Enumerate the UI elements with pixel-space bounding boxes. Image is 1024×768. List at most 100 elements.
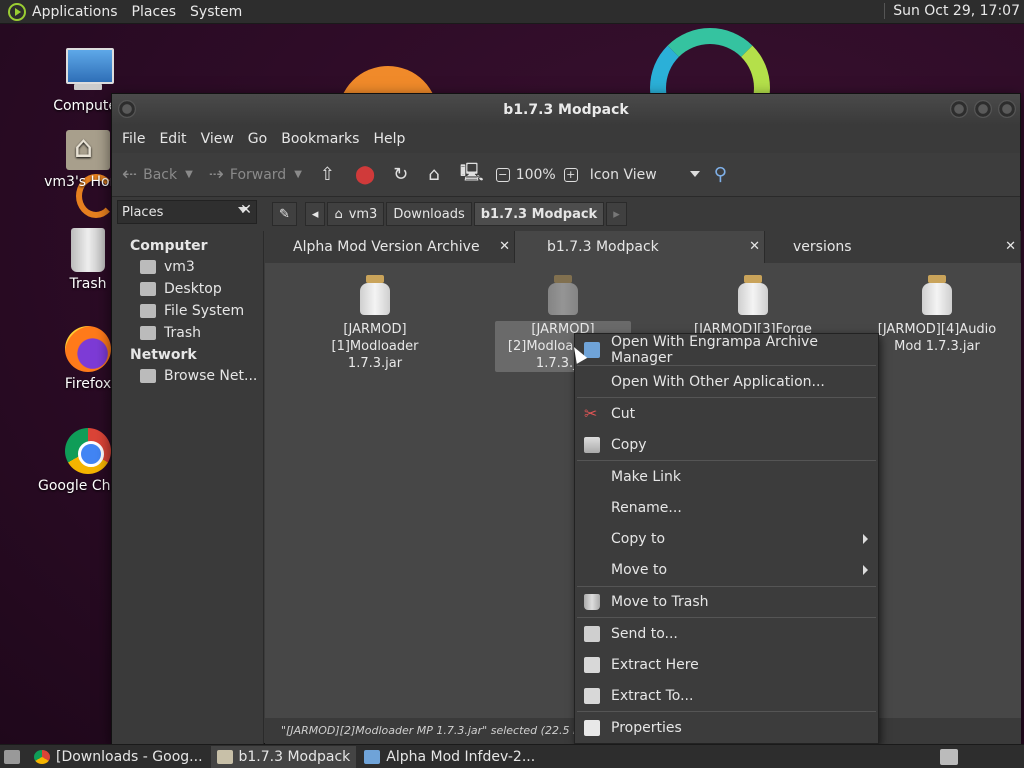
show-desktop-icon[interactable]	[4, 749, 20, 764]
folder-icon	[216, 749, 233, 764]
menu-separator	[577, 711, 876, 712]
menu-help[interactable]: Help	[373, 131, 405, 147]
bottom-panel: [Downloads - Goog... b1.7.3 Modpack Alph…	[0, 744, 1024, 768]
breadcrumb-current[interactable]: b1.7.3 Modpack	[473, 202, 605, 226]
menu-item-properties[interactable]: Properties	[575, 714, 878, 742]
breadcrumb-vm3[interactable]: ⌂ vm3	[327, 202, 385, 226]
menu-item-move-to[interactable]: Move to	[575, 556, 878, 584]
breadcrumb-right-button[interactable]: ▸	[606, 202, 627, 226]
trash-icon	[584, 594, 600, 610]
home-folder-icon: ⌂	[334, 206, 343, 222]
forward-history-dropdown-icon[interactable]: ▼	[294, 169, 302, 180]
forward-arrow-icon: ⇢	[208, 164, 224, 185]
application-icon	[364, 749, 381, 764]
chevron-down-icon	[689, 170, 700, 177]
search-icon: ⚲	[713, 164, 727, 185]
back-history-dropdown-icon[interactable]: ▼	[185, 169, 193, 180]
sidebar-item-vm3[interactable]: vm3	[112, 256, 263, 278]
trash-icon	[71, 228, 105, 272]
close-tab-icon[interactable]: ✕	[1005, 239, 1016, 254]
home-button[interactable]: ⌂	[428, 160, 445, 190]
close-button[interactable]	[998, 100, 1016, 118]
extract-icon	[584, 657, 600, 673]
send-icon	[584, 626, 600, 642]
sidebar-item-file-system[interactable]: File System	[112, 300, 263, 322]
trash-icon	[140, 326, 156, 340]
toggle-location-entry-button[interactable]: ✎	[272, 202, 297, 226]
menu-item-copy-to[interactable]: Copy to	[575, 525, 878, 553]
taskbar-item-alpha-mod[interactable]: Alpha Mod Infdev-2...	[358, 746, 541, 768]
submenu-arrow-icon	[863, 534, 868, 544]
computer-button[interactable]: 🖳	[460, 160, 490, 190]
taskbar-item-chrome[interactable]: [Downloads - Goog...	[28, 746, 209, 768]
taskbar-item-file-manager[interactable]: b1.7.3 Modpack	[210, 745, 357, 768]
clock[interactable]: Sun Oct 29, 17:07	[884, 3, 1020, 19]
chevron-left-icon: ◂	[311, 206, 319, 222]
sidebar-item-trash[interactable]: Trash	[112, 322, 263, 344]
menu-item-extract-here[interactable]: Extract Here	[575, 651, 878, 679]
menu-item-rename[interactable]: Rename...	[575, 494, 878, 522]
jar-file-icon	[360, 275, 390, 315]
network-icon	[140, 369, 156, 383]
menu-view[interactable]: View	[201, 131, 234, 147]
workspace-switcher-icon[interactable]	[940, 749, 958, 765]
menu-separator	[577, 365, 876, 366]
menu-file[interactable]: File	[122, 131, 145, 147]
applications-menu[interactable]: Applications	[32, 4, 118, 20]
maximize-button[interactable]	[974, 100, 992, 118]
window-titlebar[interactable]: b1.7.3 Modpack	[112, 94, 1020, 125]
file-item[interactable]: [JARMOD] [1]Modloader 1.7.3.jar	[305, 269, 445, 372]
window-menu-button[interactable]	[118, 100, 136, 118]
menu-item-send-to[interactable]: Send to...	[575, 620, 878, 648]
menu-go[interactable]: Go	[248, 131, 267, 147]
menu-item-cut[interactable]: ✂ Cut	[575, 400, 878, 428]
places-menu[interactable]: Places	[132, 4, 177, 20]
submenu-arrow-icon	[863, 565, 868, 575]
close-tab-icon[interactable]: ✕	[749, 239, 760, 254]
system-menu[interactable]: System	[190, 4, 242, 20]
zoom-out-button[interactable]: −	[495, 160, 516, 190]
breadcrumb-downloads[interactable]: Downloads	[386, 202, 472, 226]
reload-icon: ↻	[393, 164, 409, 185]
close-tab-icon[interactable]: ✕	[499, 239, 510, 254]
forward-button[interactable]: ⇢ Forward ▼	[209, 160, 302, 190]
properties-icon	[584, 720, 600, 736]
search-button[interactable]: ⚲	[714, 160, 733, 190]
up-button[interactable]: ⇧	[320, 160, 341, 190]
tab-alpha-mod-version-archive[interactable]: Alpha Mod Version Archive ✕	[265, 231, 515, 263]
home-folder-icon: ⌂	[428, 164, 440, 185]
tab-versions[interactable]: versions ✕	[765, 231, 1021, 263]
firefox-icon	[65, 326, 111, 372]
zoom-in-button[interactable]: +	[563, 160, 584, 190]
jar-file-icon	[738, 275, 768, 315]
view-mode-select[interactable]: Icon View	[590, 160, 700, 190]
menu-bookmarks[interactable]: Bookmarks	[281, 131, 359, 147]
zoom-level[interactable]: 100%	[516, 160, 556, 190]
menu-item-make-link[interactable]: Make Link	[575, 463, 878, 491]
menu-item-open-with-other[interactable]: Open With Other Application...	[575, 368, 878, 396]
distro-logo-icon[interactable]	[8, 2, 26, 21]
menu-item-copy[interactable]: Copy	[575, 431, 878, 459]
window-title: b1.7.3 Modpack	[503, 101, 629, 118]
file-item[interactable]: [JARMOD][4]Audio Mod 1.7.3.jar	[867, 269, 1007, 355]
breadcrumb-left-button[interactable]: ◂	[304, 202, 326, 226]
stop-button[interactable]: ⬤	[355, 160, 381, 190]
zoom-out-icon: −	[495, 167, 510, 182]
menu-item-move-to-trash[interactable]: Move to Trash	[575, 588, 878, 616]
context-menu: Open With Engrampa Archive Manager Open …	[574, 333, 879, 744]
menu-separator	[577, 586, 876, 587]
tab-b173-modpack[interactable]: b1.7.3 Modpack ✕	[515, 231, 765, 263]
close-sidebar-icon[interactable]: ✕	[236, 202, 256, 222]
menu-item-extract-to[interactable]: Extract To...	[575, 682, 878, 710]
menu-item-open-with-engrampa[interactable]: Open With Engrampa Archive Manager	[575, 334, 878, 366]
sidebar-group-computer: Computer	[130, 238, 208, 254]
menu-edit[interactable]: Edit	[159, 131, 186, 147]
minimize-button[interactable]	[950, 100, 968, 118]
scissors-icon: ✂	[584, 404, 598, 423]
sidebar-item-desktop[interactable]: Desktop	[112, 278, 263, 300]
zoom-in-icon: +	[563, 167, 578, 182]
back-button[interactable]: ⇠ Back ▼	[122, 160, 193, 190]
menu-separator	[577, 460, 876, 461]
reload-button[interactable]: ↻	[393, 160, 414, 190]
sidebar-item-browse-network[interactable]: Browse Net...	[112, 365, 263, 387]
